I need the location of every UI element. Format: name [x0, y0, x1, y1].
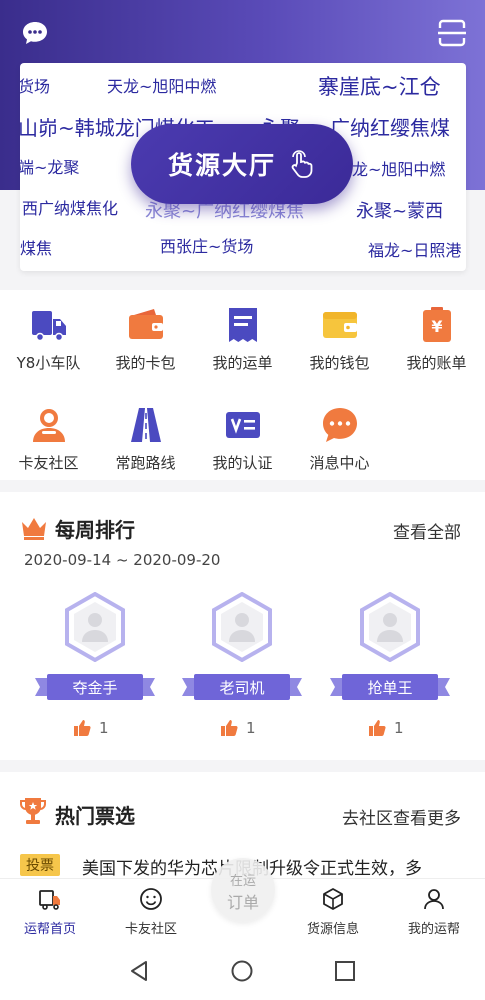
tab-home[interactable]: 运帮首页: [5, 885, 95, 939]
community-more-link[interactable]: 去社区查看更多: [342, 804, 461, 829]
bill-icon: ¥: [423, 307, 451, 342]
avatar-hexagon-icon: [360, 592, 420, 662]
app-screen: 货场 天龙~旭阳中燃 寨崖底~江仓 山峁~韩城龙门煤化工 永聚 广纳红缨焦煤 端…: [0, 0, 485, 1000]
tab-label: 货源信息: [306, 922, 359, 937]
route-text: 福龙~日照港: [368, 241, 462, 260]
menu-item-label: 常跑路线: [115, 454, 176, 472]
menu-item-label: 卡友社区: [18, 454, 79, 472]
view-all-link[interactable]: 查看全部: [393, 518, 461, 543]
like-count-value: 1: [394, 719, 404, 737]
rank-item[interactable]: 抢单王 1: [330, 592, 450, 742]
rank-title: 夺金手: [72, 679, 118, 697]
route-text: 西广纳煤焦化: [22, 199, 119, 218]
like-count[interactable]: 1: [220, 718, 256, 738]
rank-item[interactable]: 老司机 1: [182, 592, 302, 742]
menu-item-label: 消息中心: [309, 454, 370, 472]
chat-bubble-icon[interactable]: [20, 18, 50, 48]
like-count[interactable]: 1: [73, 718, 109, 738]
back-icon[interactable]: [128, 960, 150, 982]
avatar-hexagon-icon: [212, 592, 272, 662]
rank-title: 抢单王: [367, 679, 413, 697]
message-icon: [323, 408, 357, 442]
route-text: 煤焦: [20, 239, 53, 258]
tab-community[interactable]: 卡友社区: [106, 885, 196, 939]
menu-item-wallet[interactable]: 我的钱包: [291, 290, 388, 380]
menu-item-label: 我的运单: [212, 354, 273, 372]
menu-item-fleet[interactable]: Y8小车队: [0, 290, 97, 380]
like-count-value: 1: [99, 719, 109, 737]
waybill-icon: [229, 308, 257, 342]
menu-item-verification[interactable]: 我的认证: [194, 390, 291, 480]
svg-text:¥: ¥: [431, 317, 442, 336]
cargo-hall-label: 货源大厅: [167, 151, 276, 180]
tab-cargo-info[interactable]: 货源信息: [288, 885, 378, 939]
person-icon: [424, 889, 444, 910]
menu-item-waybill[interactable]: 我的运单: [194, 290, 291, 380]
thumbs-up-icon: [369, 720, 386, 736]
route-text: 端~龙聚: [20, 158, 80, 177]
box-icon: [323, 888, 343, 910]
system-navigation-bar: [0, 940, 485, 1000]
vote-tag: 投票: [20, 854, 60, 876]
avatar-hexagon-icon: [65, 592, 125, 662]
cargo-hall-button[interactable]: 货源大厅: [131, 124, 353, 204]
weekly-ranking-card: 每周排行 查看全部 2020-09-14 ~ 2020-09-20 夺金手 1 …: [0, 492, 485, 760]
smile-icon: [140, 888, 162, 910]
route-text: 西张庄~货场: [160, 237, 254, 256]
in-transit-orders-button[interactable]: 在运 订单: [211, 858, 275, 922]
menu-item-bill[interactable]: ¥ 我的账单: [388, 290, 485, 380]
section-title: 每周排行: [55, 518, 135, 542]
like-count[interactable]: 1: [368, 718, 404, 738]
center-button-bottom-label: 订单: [226, 893, 259, 912]
recent-apps-icon[interactable]: [334, 960, 356, 982]
tab-my-profile[interactable]: 我的运帮: [389, 885, 479, 939]
trophy-icon: [20, 798, 46, 824]
rank-title: 老司机: [219, 679, 265, 697]
menu-item-label: 我的钱包: [309, 354, 370, 372]
date-range: 2020-09-14 ~ 2020-09-20: [24, 551, 221, 569]
route-text: 广纳红缨焦煤: [330, 116, 450, 140]
menu-item-routes[interactable]: 常跑路线: [97, 390, 194, 480]
tab-label: 卡友社区: [124, 922, 177, 937]
route-text: 货场: [20, 77, 51, 96]
scan-icon[interactable]: [437, 18, 467, 48]
route-text: 寨崖底~江仓: [318, 75, 441, 99]
menu-item-label: 我的账单: [406, 354, 467, 372]
menu-item-label: 我的卡包: [115, 354, 176, 372]
function-grid: Y8小车队 我的卡包 我的运单 我的钱包 ¥ 我的账单 卡友社区 常跑路线 我的…: [0, 290, 485, 480]
crown-icon: [22, 518, 46, 540]
menu-item-card-wallet[interactable]: 我的卡包: [97, 290, 194, 380]
wallet-icon: [323, 312, 357, 338]
tap-hand-icon: [291, 150, 313, 178]
thumbs-up-icon: [74, 720, 91, 736]
rank-item[interactable]: 夺金手 1: [35, 592, 155, 742]
truck-icon: [32, 311, 66, 342]
road-icon: [131, 408, 161, 442]
menu-item-label: 我的认证: [212, 454, 273, 472]
menu-item-messages[interactable]: 消息中心: [291, 390, 388, 480]
like-count-value: 1: [246, 719, 256, 737]
thumbs-up-icon: [221, 720, 238, 736]
menu-item-community[interactable]: 卡友社区: [0, 390, 97, 480]
community-icon: [33, 409, 65, 442]
route-text: 永聚~蒙西: [356, 201, 444, 222]
verify-icon: [226, 412, 260, 438]
section-title: 热门票选: [55, 804, 135, 828]
menu-item-label: Y8小车队: [16, 354, 81, 372]
route-text: 天龙~旭阳中燃: [107, 77, 217, 96]
home-icon[interactable]: [231, 960, 253, 982]
route-text: 龙~旭阳中燃: [352, 160, 446, 179]
tab-label: 运帮首页: [23, 922, 76, 937]
tab-label: 我的运帮: [407, 922, 460, 937]
home-truck-icon: [39, 890, 60, 910]
center-button-top-label: 在运: [229, 874, 256, 889]
card-wallet-icon: [129, 309, 163, 339]
